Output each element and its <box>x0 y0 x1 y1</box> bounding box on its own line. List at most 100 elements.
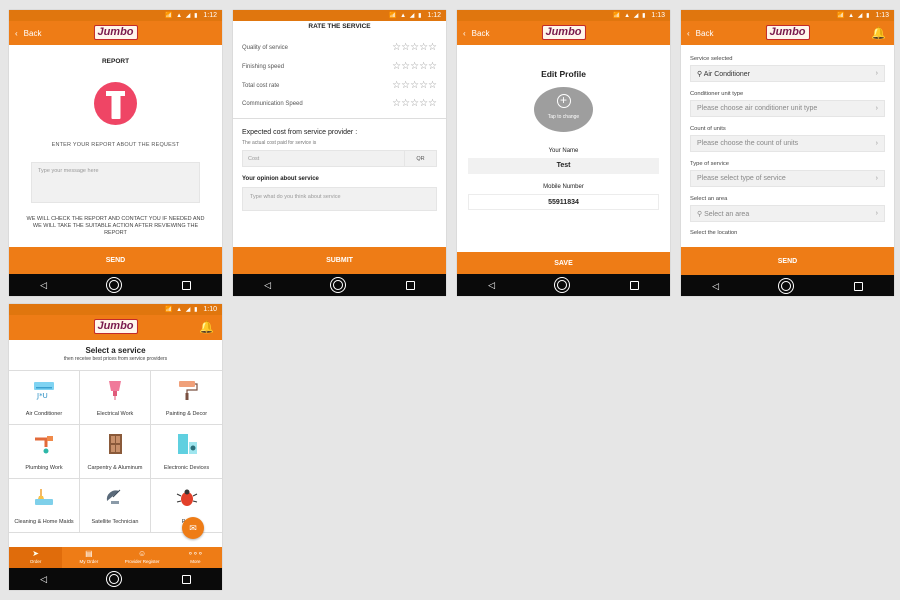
area-select[interactable]: ⚲ Select an area › <box>690 205 885 222</box>
nav-recents-icon[interactable] <box>181 280 191 290</box>
door-icon <box>109 434 122 454</box>
bell-icon[interactable]: 🔔 <box>199 320 214 334</box>
nav-recents-icon[interactable] <box>853 281 863 291</box>
status-bar: 📶 ▲ ◢ ▮ 1:12 <box>233 10 446 21</box>
field-placeholder: Select an area <box>704 210 750 218</box>
tab-provider-register[interactable]: ☺ Provider Register <box>116 547 169 568</box>
chat-fab[interactable]: ✉ <box>182 517 204 539</box>
service-tile-air-conditioner[interactable]: J*U Air Conditioner <box>9 371 80 425</box>
submit-button[interactable]: SUBMIT <box>233 247 446 274</box>
more-icon: ∘∘∘ <box>187 549 203 558</box>
plumbing-icon <box>35 436 53 454</box>
unit-count-select[interactable]: Please choose the count of units › <box>690 135 885 152</box>
service-tile-electronics[interactable]: Electronic Devices <box>151 425 222 479</box>
nav-recents-icon[interactable] <box>629 280 639 290</box>
android-nav-bar: ◁ <box>233 274 446 296</box>
tab-order[interactable]: ➤ Order <box>9 547 63 568</box>
nav-back-icon[interactable]: ◁ <box>712 281 719 292</box>
android-nav-bar: ◁ <box>681 275 894 296</box>
status-bar: 📶 ▲ ◢ ▮ 1:12 <box>9 10 222 21</box>
tab-label: My Order <box>79 559 99 564</box>
chevron-right-icon: › <box>875 140 878 147</box>
wrench-icon: ⚲ <box>697 70 704 78</box>
service-tile-cleaning[interactable]: Cleaning & Home Maids <box>9 479 80 533</box>
mobile-label: Mobile Number <box>543 184 584 190</box>
save-button[interactable]: SAVE <box>457 252 670 274</box>
nav-back-icon[interactable]: ◁ <box>488 280 495 291</box>
service-tile-plumbing[interactable]: Plumbing Work <box>9 425 80 479</box>
satellite-dish-icon <box>106 489 121 504</box>
service-label: Painting & Decor <box>165 411 208 418</box>
service-label: Cleaning & Home Maids <box>14 519 74 526</box>
tab-more[interactable]: ∘∘∘ More <box>169 547 222 568</box>
cost-input[interactable]: Cost <box>242 149 405 167</box>
chevron-left-icon: ‹ <box>463 28 466 38</box>
bottom-tab-bar: ➤ Order ▤ My Order ☺ Provider Register ∘… <box>9 547 222 568</box>
opinion-input[interactable]: Type what do you think about service <box>242 186 437 211</box>
tab-label: Order <box>29 559 42 564</box>
nav-recents-icon[interactable] <box>181 574 191 584</box>
field-label: Type of service <box>690 161 729 167</box>
star-rating[interactable]: ☆☆☆☆☆ <box>392 99 437 109</box>
service-tile-satellite[interactable]: Satellite Technician <box>80 479 151 533</box>
service-selected-field[interactable]: ⚲ Air Conditioner › <box>690 65 885 82</box>
chevron-right-icon: › <box>875 70 878 77</box>
rating-label: Quality of service <box>242 45 289 52</box>
report-message-input[interactable]: Type your message here <box>31 162 200 203</box>
send-button[interactable]: SEND <box>9 247 222 274</box>
opinion-title: Your opinion about service <box>242 175 319 182</box>
expected-cost-sub: The actual cost paid for service is <box>242 139 317 146</box>
unit-type-select[interactable]: Please choose air conditioner unit type … <box>690 100 885 117</box>
nav-back-icon[interactable]: ◁ <box>40 280 47 291</box>
service-tile-carpentry[interactable]: Carpentry & Aluminum <box>80 425 151 479</box>
service-tile-electrical[interactable]: Electrical Work <box>80 371 151 425</box>
star-rating[interactable]: ☆☆☆☆☆ <box>392 80 437 91</box>
services-content: Select a service then receive best price… <box>9 340 222 547</box>
nav-recents-icon[interactable] <box>405 280 415 290</box>
report-instruction: ENTER YOUR REPORT ABOUT THE REQUEST <box>51 142 180 148</box>
paint-roller-icon <box>178 381 198 400</box>
nav-back-icon[interactable]: ◁ <box>40 574 47 585</box>
page-title: REPORT <box>101 58 130 65</box>
field-label: Service selected <box>690 56 733 62</box>
phone-rate-screen: 📶 ▲ ◢ ▮ 1:12 RATE THE SERVICE Quality of… <box>233 10 446 296</box>
service-tile-painting[interactable]: Painting & Decor <box>151 371 222 425</box>
signal-icons: 📶 ▲ ◢ ▮ <box>613 13 647 19</box>
nav-home-icon[interactable] <box>109 280 120 290</box>
service-label: Electrical Work <box>96 411 134 418</box>
chevron-right-icon: › <box>875 105 878 112</box>
field-placeholder: Please choose air conditioner unit type <box>697 105 818 112</box>
field-label: Conditioner unit type <box>690 91 744 97</box>
name-field[interactable]: Test <box>468 158 659 174</box>
chevron-right-icon: › <box>875 210 878 217</box>
signal-icons: 📶 ▲ ◢ ▮ <box>837 13 871 19</box>
phone-services-screen: 📶 ▲ ◢ ▮ 1:10 Jumbo 🔔 Select a service th… <box>9 304 222 590</box>
nav-home-icon[interactable] <box>333 280 344 290</box>
send-button[interactable]: SEND <box>681 247 894 275</box>
back-button[interactable]: ‹ Back <box>681 29 713 38</box>
service-type-select[interactable]: Please select type of service › <box>690 170 885 187</box>
star-rating[interactable]: ☆☆☆☆☆ <box>392 43 437 53</box>
signal-icons: 📶 ▲ ◢ ▮ <box>389 13 423 19</box>
location-label: Select the location <box>690 230 738 236</box>
service-label: Satellite Technician <box>91 519 139 526</box>
rating-row: Total cost rate ☆☆☆☆☆ <box>233 76 446 95</box>
back-label: Back <box>695 28 714 38</box>
status-time: 1:12 <box>427 12 441 19</box>
svg-text:J*U: J*U <box>36 392 48 400</box>
cost-row: Cost QR <box>242 149 437 167</box>
android-nav-bar: ◁ <box>9 568 222 590</box>
bell-icon[interactable]: 🔔 <box>871 26 886 40</box>
back-button[interactable]: ‹ Back <box>9 29 41 38</box>
mobile-field[interactable]: 55911834 <box>468 194 659 210</box>
nav-home-icon[interactable] <box>781 281 792 291</box>
back-button[interactable]: ‹ Back <box>457 29 489 38</box>
nav-home-icon[interactable] <box>109 574 120 584</box>
avatar-upload[interactable]: + Tap to change <box>534 87 593 132</box>
app-bar: ‹ Back Jumbo <box>457 21 670 45</box>
nav-home-icon[interactable] <box>557 280 568 290</box>
orders-icon: ▤ <box>85 549 93 558</box>
nav-back-icon[interactable]: ◁ <box>264 280 271 291</box>
star-rating[interactable]: ☆☆☆☆☆ <box>392 62 437 72</box>
tab-my-order[interactable]: ▤ My Order <box>62 547 115 568</box>
